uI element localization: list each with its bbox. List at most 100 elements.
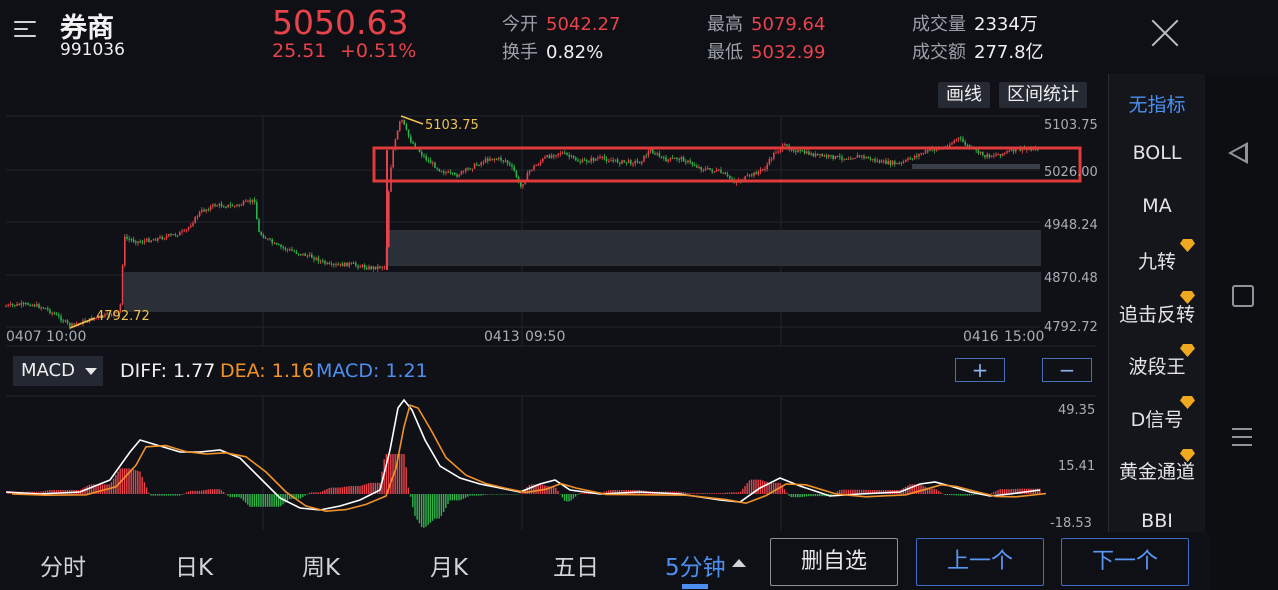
- candle-body: [487, 158, 489, 161]
- tab-monthly-k[interactable]: 月K: [430, 548, 468, 582]
- candle-body: [757, 171, 760, 175]
- candle-body: [260, 232, 262, 235]
- macd-bar: [196, 490, 198, 494]
- candle-body: [130, 239, 133, 241]
- macd-bar: [205, 489, 207, 494]
- macd-bar: [262, 494, 264, 507]
- macd-bar: [253, 494, 256, 507]
- macd-bar: [409, 494, 412, 497]
- kline-chart[interactable]: [0, 74, 1108, 532]
- remove-watchlist-button[interactable]: 删自选: [770, 538, 898, 586]
- candle-body: [916, 155, 918, 157]
- candle-body: [49, 309, 51, 314]
- menu-icon[interactable]: [14, 18, 38, 40]
- macd-bar: [130, 468, 132, 494]
- candle-body: [656, 153, 658, 155]
- macd-bar: [478, 494, 480, 496]
- zoom-in-button[interactable]: +: [955, 358, 1005, 382]
- macd-bar: [425, 494, 427, 527]
- indicator-boduan[interactable]: 波段王: [1109, 352, 1205, 379]
- macd-bar: [139, 471, 141, 494]
- indicator-zhuiji[interactable]: 追击反转: [1109, 300, 1205, 327]
- candle-body: [995, 154, 997, 156]
- indicator-golden-channel[interactable]: 黄金通道: [1109, 457, 1205, 484]
- candle-body: [383, 266, 386, 268]
- tab-weekly-k[interactable]: 周K: [302, 548, 340, 582]
- macd-bar: [695, 493, 698, 494]
- candle-body: [823, 155, 826, 157]
- candle-body: [319, 260, 322, 262]
- zoom-out-button[interactable]: −: [1042, 358, 1092, 382]
- candle-body: [157, 237, 159, 241]
- macd-bar: [101, 484, 104, 494]
- macd-bar: [350, 486, 352, 494]
- candle-body: [764, 169, 766, 171]
- tab-intraday[interactable]: 分时: [40, 548, 86, 582]
- macd-bar: [159, 494, 161, 496]
- recent-apps-icon[interactable]: [1232, 428, 1252, 446]
- macd-bar: [460, 494, 462, 500]
- candle-body: [808, 151, 810, 155]
- macd-bar: [251, 494, 253, 507]
- indicator-ma[interactable]: MA: [1109, 195, 1205, 217]
- tab-five-day[interactable]: 五日: [553, 548, 599, 582]
- candle-body: [773, 152, 775, 159]
- candle-body: [566, 152, 568, 155]
- x-tick-label: 0407: [6, 329, 42, 345]
- candle-body: [7, 304, 9, 306]
- macd-bar: [475, 494, 478, 496]
- candle-body: [544, 157, 546, 159]
- macd-bar: [394, 454, 396, 494]
- candle-body: [429, 160, 432, 164]
- candle-body: [44, 308, 47, 310]
- candle-body: [964, 141, 966, 145]
- home-nav-icon[interactable]: [1232, 285, 1254, 307]
- macd-bar: [570, 494, 572, 501]
- macd-bar: [438, 494, 440, 519]
- macd-bar: [418, 494, 421, 524]
- close-icon[interactable]: [1150, 18, 1180, 48]
- candle-body: [396, 130, 399, 140]
- candle-body: [814, 153, 817, 157]
- macd-bar: [317, 492, 319, 494]
- candle-body: [612, 160, 614, 162]
- macd-bar: [918, 484, 920, 494]
- macd-bar: [480, 494, 482, 496]
- macd-bar: [401, 454, 403, 494]
- macd-bar: [790, 494, 792, 498]
- candle-body: [262, 234, 265, 238]
- indicator-none[interactable]: 无指标: [1109, 90, 1205, 117]
- candle-body: [203, 209, 205, 212]
- tab-5min[interactable]: 5分钟: [665, 548, 726, 582]
- candle-body: [850, 158, 852, 160]
- candle-body: [828, 155, 830, 158]
- indicator-jiuzhuan[interactable]: 九转: [1109, 247, 1205, 274]
- macd-bar: [266, 494, 269, 507]
- chevron-up-icon[interactable]: [732, 559, 746, 567]
- macd-bar: [832, 494, 834, 495]
- candle-body: [324, 260, 326, 264]
- diff-value: DIFF: 1.77: [120, 360, 216, 382]
- candle-body: [988, 154, 991, 158]
- candle-body: [1001, 153, 1004, 156]
- macd-bar: [585, 492, 588, 494]
- candle-body: [256, 202, 258, 220]
- candle-body: [163, 238, 166, 240]
- candle-body: [179, 232, 181, 236]
- indicator-select[interactable]: MACD: [13, 356, 103, 386]
- macd-bar: [348, 486, 350, 494]
- macd-bar: [447, 494, 449, 505]
- next-stock-button[interactable]: 下一个: [1061, 538, 1189, 586]
- previous-stock-button[interactable]: 上一个: [916, 538, 1044, 586]
- macd-bar: [847, 489, 850, 494]
- macd-bar: [126, 468, 128, 494]
- macd-bar: [854, 489, 856, 494]
- macd-bar: [152, 494, 154, 496]
- candle-body: [458, 174, 460, 177]
- indicator-boll[interactable]: BOLL: [1109, 142, 1205, 164]
- indicator-bbi[interactable]: BBI: [1109, 510, 1205, 532]
- indicator-dsignal[interactable]: D信号: [1109, 405, 1205, 432]
- candle-body: [251, 199, 254, 203]
- tab-daily-k[interactable]: 日K: [175, 548, 213, 582]
- macd-bar: [280, 494, 282, 507]
